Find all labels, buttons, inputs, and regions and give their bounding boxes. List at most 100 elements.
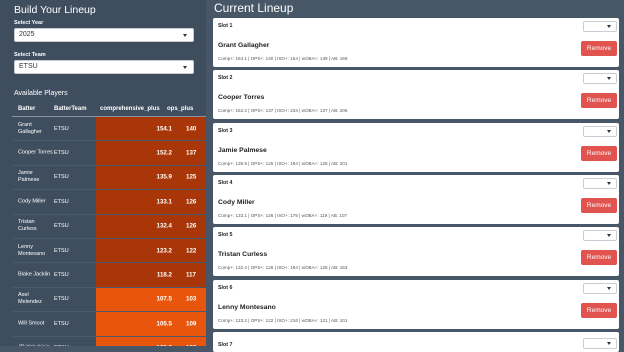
comprehensive-plus-cell: 133.1 [96, 190, 176, 214]
table-row[interactable]: Cody Miller ETSU 133.1 126 [12, 190, 206, 215]
sidebar-title: Build Your Lineup [14, 4, 96, 16]
slot-player-select[interactable] [583, 73, 617, 85]
table-row[interactable]: Will Smoot ETSU 105.5 109 [12, 312, 206, 337]
slot-player-select[interactable] [583, 21, 617, 32]
slot-player-select[interactable] [583, 230, 617, 242]
slot-player-select[interactable] [583, 282, 617, 294]
ops-plus-cell: 126 [176, 214, 206, 238]
table-row[interactable]: Jamie Palmese ETSU 135.9 125 [12, 165, 206, 191]
batter-name: Jamie Palmese [18, 170, 40, 184]
slot-player-name: Jamie Palmese [218, 146, 267, 154]
table-row[interactable]: Tristan Curless ETSU 132.4 126 [12, 214, 206, 239]
slot-player-name: Cody Miller [218, 198, 255, 206]
slot-player-stats: Comp+: 152.2 | OPS+: 137 | ISO+: 234 | w… [218, 108, 348, 114]
batter-name: Axel Melendez [18, 292, 42, 306]
column-header-comprehensive-plus[interactable]: comprehensive_plus [100, 106, 160, 112]
comprehensive-plus-value: 123.2 [156, 247, 172, 255]
ops-plus-cell: 122 [176, 238, 206, 263]
batter-team: ETSU [54, 247, 69, 254]
comprehensive-plus-cell: 152.2 [96, 141, 176, 165]
remove-button[interactable]: Remove [581, 145, 617, 161]
sidebar: Build Your Lineup Select Year 2025 Selec… [0, 0, 206, 346]
comprehensive-plus-cell: 107.5 [96, 287, 176, 312]
caret-down-icon [183, 66, 187, 69]
lineup-slot-card: Slot 6 Lenny Montesano Remove Comp+: 123.2 … [213, 279, 619, 329]
year-select-value: 2025 [19, 31, 35, 38]
ops-plus-value: 126 [186, 198, 197, 206]
ops-plus-value: 140 [186, 125, 197, 133]
remove-button[interactable]: Remove [581, 302, 617, 318]
slot-player-name: Tristan Curless [218, 251, 268, 259]
ops-plus-value: 137 [186, 149, 197, 157]
batter-team: ETSU [54, 272, 69, 279]
team-label: Select Team [14, 52, 46, 58]
team-select[interactable]: ETSU [14, 60, 194, 74]
table-row[interactable]: Cooper Torres ETSU 152.2 137 [12, 141, 206, 166]
ops-plus-cell: 117 [176, 263, 206, 287]
comprehensive-plus-value: 133.1 [156, 198, 172, 206]
table-row[interactable]: Axel Melendez ETSU 107.5 103 [12, 287, 206, 313]
comprehensive-plus-value: 152.2 [156, 149, 172, 157]
batter-name: Cooper Torres [18, 149, 53, 156]
comprehensive-plus-cell: 123.2 [96, 238, 176, 263]
lineup-slot-card: Slot 7 [213, 332, 619, 352]
column-header-batter[interactable]: Batter [18, 106, 35, 112]
table-row[interactable]: JD YakubinisETSU100.8103 [12, 336, 206, 346]
ops-plus-value: 125 [186, 173, 197, 181]
remove-button[interactable]: Remove [581, 250, 617, 266]
remove-button[interactable]: Remove [581, 93, 617, 109]
batter-team: ETSU [54, 296, 69, 303]
lineup-slot-card: Slot 3 Jamie Palmese Remove Comp+: 135.9 | … [213, 122, 619, 172]
slot-player-stats: Comp+: 133.1 | OPS+: 126 | ISO+: 175 | w… [218, 212, 348, 218]
caret-down-icon [607, 77, 611, 81]
slot-player-stats: Comp+: 154.1 | OPS+: 140 | ISO+: 154 | w… [218, 56, 348, 61]
slot-label: Slot 6 [218, 284, 233, 291]
slot-player-name: Lenny Montesano [218, 303, 276, 311]
batter-name: Will Smoot [18, 320, 45, 327]
comprehensive-plus-value: 135.9 [156, 173, 172, 181]
remove-button[interactable]: Remove [581, 197, 617, 213]
remove-button[interactable]: Remove [581, 41, 617, 56]
comprehensive-plus-value: 105.5 [156, 320, 172, 328]
batter-name: Grant Gallagher [18, 121, 42, 135]
ops-plus-value: 109 [186, 320, 197, 328]
caret-down-icon [183, 34, 187, 37]
slot-player-select[interactable] [583, 338, 617, 349]
ops-plus-cell: 109 [176, 312, 206, 336]
year-label: Select Year [14, 20, 44, 26]
batter-team: ETSU [54, 223, 69, 230]
ops-plus-value: 103 [186, 295, 197, 303]
slot-label: Slot 2 [218, 75, 233, 82]
slot-player-select[interactable] [583, 177, 617, 189]
caret-down-icon [607, 129, 611, 133]
table-row[interactable]: Grant Gallagher ETSU 154.1 140 [12, 117, 206, 142]
comprehensive-plus-value: 118.2 [156, 271, 172, 279]
slot-label: Slot 4 [218, 179, 233, 186]
slot-player-name: Cooper Torres [218, 94, 265, 102]
slot-player-name: Grant Gallagher [218, 42, 270, 49]
batter-name: Cody Miller [18, 198, 46, 205]
caret-down-icon [607, 181, 611, 185]
column-header-ops-plus[interactable]: ops_plus [167, 106, 193, 112]
table-row[interactable]: Lenny Montesano ETSU 123.2 122 [12, 238, 206, 264]
comprehensive-plus-value: 107.5 [156, 295, 172, 303]
lineup-slot-card: Slot 2 Cooper Torres Remove Comp+: 152.2 | … [213, 70, 619, 120]
lineup-slot-card: Slot 5 Tristan Curless Remove Comp+: 132.4 … [213, 227, 619, 277]
ops-plus-cell: 125 [176, 165, 206, 190]
comprehensive-plus-cell: 135.9 [96, 165, 176, 190]
table-row[interactable]: Blake Jacklin ETSU 118.2 117 [12, 263, 206, 288]
column-header-batterteam[interactable]: BatterTeam [54, 106, 87, 112]
ops-plus-cell: 140 [176, 117, 206, 141]
year-select[interactable]: 2025 [14, 28, 194, 42]
ops-plus-cell: 126 [176, 190, 206, 214]
comprehensive-plus-cell: 118.2 [96, 263, 176, 287]
ops-plus-value: 126 [186, 222, 197, 230]
ops-plus-cell: 103 [176, 287, 206, 312]
slot-player-select[interactable] [583, 125, 617, 137]
players-table-header: Batter BatterTeam comprehensive_plus ops… [0, 102, 206, 117]
team-select-value: ETSU [19, 63, 38, 70]
ops-plus-cell: 137 [176, 141, 206, 165]
comprehensive-plus-cell: 100.8 [96, 336, 176, 346]
slot-player-stats: Comp+: 135.9 | OPS+: 125 | ISO+: 194 | w… [218, 160, 348, 166]
available-players-label: Available Players [14, 90, 68, 97]
